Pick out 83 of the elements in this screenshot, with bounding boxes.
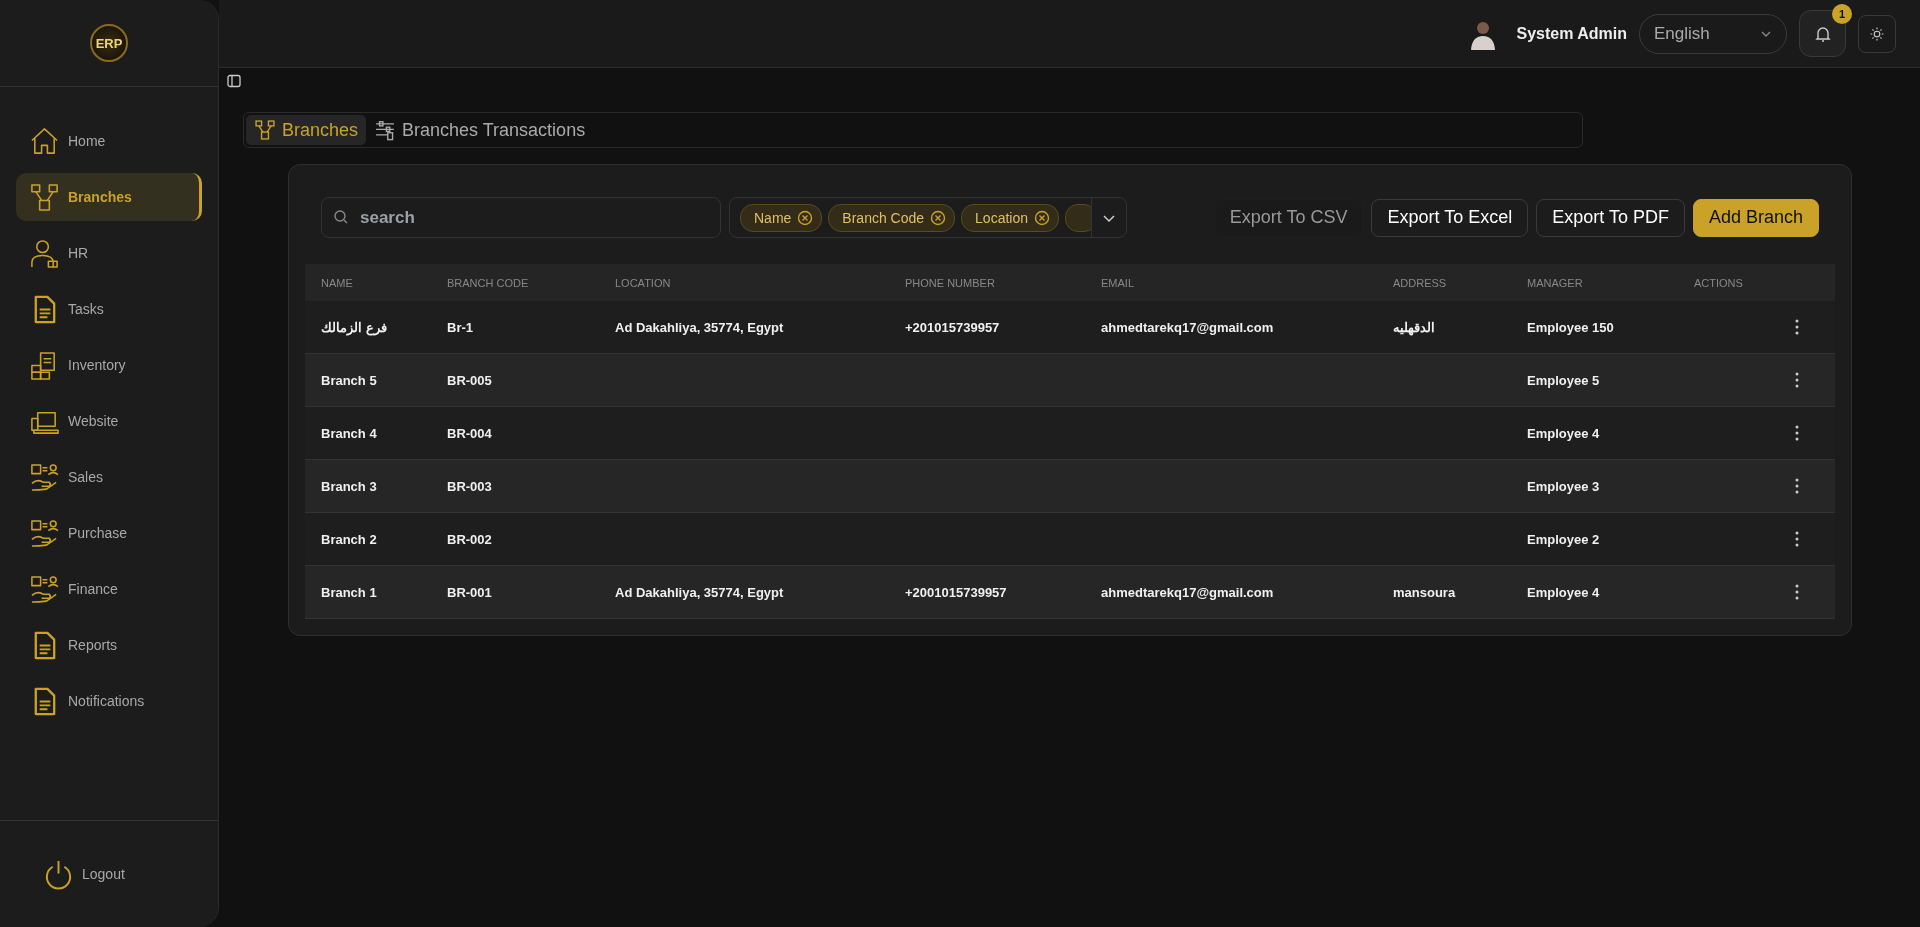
table-cell: BR-003 [447, 478, 492, 494]
table-cell: mansoura [1393, 584, 1456, 600]
hand-box-icon [29, 461, 60, 493]
sidebar-item[interactable]: Notifications [16, 677, 202, 725]
column-header: MANAGER [1526, 276, 1584, 289]
table-cell: BR-001 [447, 584, 492, 600]
notifications-button[interactable] [1799, 10, 1846, 57]
search-icon [333, 209, 349, 225]
table-cell: الدقهليه [1393, 319, 1435, 335]
table-row[interactable]: Branch 5 BR-005 Employee 5 [305, 354, 1835, 407]
column-header: PHONE NUMBER [904, 276, 996, 289]
sidebar-item[interactable]: Home [16, 117, 202, 165]
power-icon [43, 858, 74, 890]
notification-badge: 1 [1832, 4, 1852, 24]
column-header: BRANCH CODE [446, 276, 530, 289]
sidebar-item[interactable]: HR [16, 229, 202, 277]
table-cell: +2001015739957 [905, 584, 1007, 600]
table-cell: Employee 4 [1527, 584, 1600, 600]
search-field[interactable]: search [321, 197, 721, 238]
table-cell: Employee 4 [1527, 425, 1600, 441]
table-cell: Employee 2 [1527, 531, 1600, 547]
erp-logo[interactable]: ERP [90, 24, 128, 62]
table-cell: BR-002 [447, 531, 492, 547]
more-icon[interactable] [1795, 531, 1799, 547]
column-header: EMAIL [1100, 276, 1135, 289]
table-cell: Ad Dakahliya, 35774, Egypt [615, 319, 784, 335]
table-cell: Branch 3 [321, 478, 377, 494]
remove-icon[interactable] [1034, 209, 1050, 226]
column-header: LOCATION [614, 276, 672, 289]
column-header: ADDRESS [1392, 276, 1448, 289]
table-cell: ahmedtarekq17@gmail.com [1101, 584, 1274, 600]
more-icon[interactable] [1795, 584, 1799, 600]
more-icon[interactable] [1795, 372, 1799, 388]
table-cell: Employee 5 [1527, 372, 1600, 388]
hand-box-icon [29, 517, 60, 549]
table-cell: Branch 4 [321, 425, 377, 441]
filter-chip[interactable]: Location [961, 203, 1059, 232]
filter-chip[interactable]: Branch Code [828, 203, 956, 232]
person-icon [29, 237, 60, 269]
house-icon [29, 125, 60, 157]
sidebar-item[interactable]: Purchase [16, 509, 202, 557]
table-cell: ahmedtarekq17@gmail.com [1101, 319, 1274, 335]
column-filter[interactable]: Name Branch Code Location [729, 197, 1127, 238]
sidebar-item[interactable]: Sales [16, 453, 202, 501]
sidebar-toggle-icon[interactable] [227, 74, 241, 88]
filter-chip[interactable]: Name [740, 203, 823, 232]
sidebar-item[interactable]: Branches [16, 173, 202, 221]
table-cell: Ad Dakahliya, 35774, Egypt [615, 584, 784, 600]
sidebar-item[interactable]: Reports [16, 621, 202, 669]
table-cell: Branch 1 [321, 584, 377, 600]
sidebar-item[interactable]: Inventory [16, 341, 202, 389]
hand-box-icon [29, 573, 60, 605]
column-header: NAME [320, 276, 354, 289]
table-cell: فرع الزمالك [321, 319, 387, 335]
sidebar-item[interactable]: Tasks [16, 285, 202, 333]
theme-toggle[interactable] [1858, 14, 1896, 53]
table-cell: +201015739957 [905, 319, 1000, 335]
column-header: ACTIONS [1693, 276, 1744, 289]
more-icon[interactable] [1795, 319, 1799, 335]
table-cell: Employee 150 [1527, 319, 1614, 335]
table-row[interactable]: Branch 3 BR-003 Employee 3 [305, 460, 1835, 513]
sliders-icon [374, 119, 397, 141]
table-cell: Branch 5 [321, 372, 377, 388]
more-icon[interactable] [1795, 478, 1799, 494]
tab[interactable]: Branches [246, 115, 367, 145]
table-row[interactable]: Branch 1 BR-001 Ad Dakahliya, 35774, Egypt +2001015739957 ahmedtarekq17@gmail.com mansoura Employee 4 [305, 566, 1835, 619]
tab[interactable]: Branches Transactions [366, 115, 594, 145]
table-cell: Branch 2 [321, 531, 377, 547]
remove-icon[interactable] [797, 209, 814, 226]
table-cell: BR-004 [447, 425, 492, 441]
table-cell: Employee 3 [1527, 478, 1600, 494]
table-cell: Br-1 [447, 319, 473, 335]
add-button[interactable]: Add Branch [1692, 198, 1819, 237]
user-name: System Admin [1516, 24, 1627, 43]
logout-button[interactable]: Logout [43, 858, 125, 890]
export-button[interactable]: Export To PDF [1536, 198, 1685, 237]
sun-icon [1869, 25, 1885, 42]
export-button[interactable]: Export To Excel [1371, 198, 1529, 237]
sidebar-item[interactable]: Finance [16, 565, 202, 613]
more-icon[interactable] [1795, 425, 1799, 441]
remove-icon[interactable] [930, 209, 947, 226]
sidebar-item[interactable]: Website [16, 397, 202, 445]
table-cell: BR-005 [447, 372, 492, 388]
